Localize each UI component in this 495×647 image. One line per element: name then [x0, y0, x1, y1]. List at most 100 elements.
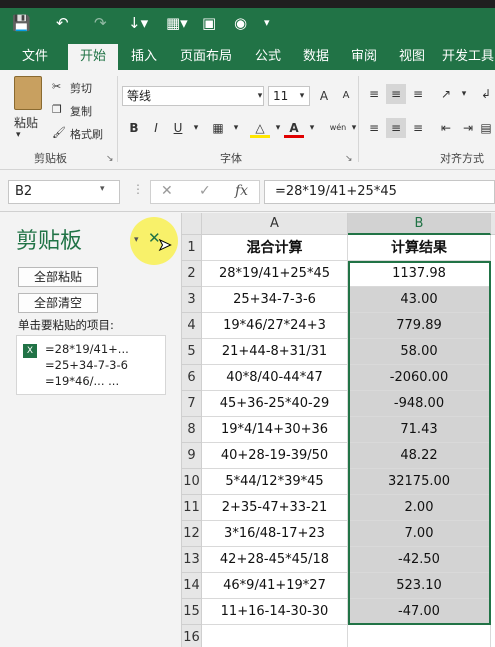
tab-formulas[interactable]: 公式: [246, 44, 290, 70]
cell-b[interactable]: -948.00: [348, 391, 491, 417]
enter-icon[interactable]: ✓: [199, 183, 211, 199]
cell-b[interactable]: 58.00: [348, 339, 491, 365]
paste-button[interactable]: 粘贴: [14, 114, 38, 131]
orientation-dropdown-icon[interactable]: ▾: [454, 84, 474, 104]
row-header[interactable]: 1: [182, 235, 202, 261]
align-right-icon[interactable]: ≡: [408, 118, 428, 138]
cell-a[interactable]: 11+16-14-30-30: [202, 599, 348, 625]
row-header[interactable]: 3: [182, 287, 202, 313]
redo-icon[interactable]: ↷: [94, 13, 107, 33]
underline-dropdown-icon[interactable]: ▾: [186, 118, 206, 138]
border-icon[interactable]: ▦: [208, 118, 228, 138]
filter-icon[interactable]: ▦▾: [166, 13, 188, 33]
tab-data[interactable]: 数据: [294, 44, 338, 70]
tab-file[interactable]: 文件: [10, 44, 60, 70]
worksheet-grid[interactable]: A B 1 混合计算 计算结果 2 28*19/41+25*45 1137.98 3 25+3…: [182, 213, 495, 647]
cell-a[interactable]: 40+28-19-39/50: [202, 443, 348, 469]
shrink-font-button[interactable]: A: [336, 86, 356, 106]
copy-icon[interactable]: ❐: [52, 103, 62, 116]
pane-options-icon[interactable]: ▾: [134, 235, 139, 245]
font-color-dropdown-icon[interactable]: ▾: [302, 118, 322, 138]
row-header[interactable]: 16: [182, 625, 202, 647]
cell-b[interactable]: 计算结果: [348, 235, 491, 261]
row-header[interactable]: 13: [182, 547, 202, 573]
name-box-dropdown-icon[interactable]: ▾: [100, 184, 105, 194]
cell-a[interactable]: 46*9/41+19*27: [202, 573, 348, 599]
cell-b[interactable]: 779.89: [348, 313, 491, 339]
row-header[interactable]: 12: [182, 521, 202, 547]
font-name-select[interactable]: 等线: [122, 86, 264, 106]
cell-a[interactable]: 5*44/12*39*45: [202, 469, 348, 495]
row-header[interactable]: 2: [182, 261, 202, 287]
row-header[interactable]: 15: [182, 599, 202, 625]
align-left-icon[interactable]: ≡: [364, 118, 384, 138]
underline-button[interactable]: U: [168, 118, 188, 138]
cell-b[interactable]: 7.00: [348, 521, 491, 547]
paste-all-button[interactable]: 全部粘贴: [18, 267, 98, 287]
cell-b[interactable]: -42.50: [348, 547, 491, 573]
save-icon[interactable]: 💾: [12, 13, 31, 33]
phonetic-dropdown-icon[interactable]: ▾: [344, 118, 364, 138]
align-middle-icon[interactable]: ≡: [386, 84, 406, 104]
column-header-c[interactable]: [491, 213, 495, 235]
row-header[interactable]: 14: [182, 573, 202, 599]
clipboard-launcher-icon[interactable]: ↘: [106, 154, 114, 164]
font-color-button[interactable]: A: [284, 118, 304, 138]
paste-icon[interactable]: [14, 76, 42, 110]
border-dropdown-icon[interactable]: ▾: [226, 118, 246, 138]
font-launcher-icon[interactable]: ↘: [345, 154, 353, 164]
decrease-indent-icon[interactable]: ⇤: [436, 118, 456, 138]
cell-a[interactable]: 2+35-47+33-21: [202, 495, 348, 521]
cell-a[interactable]: 45+36-25*40-29: [202, 391, 348, 417]
orientation-icon[interactable]: ↗: [436, 84, 456, 104]
bold-button[interactable]: B: [124, 118, 144, 138]
cell-a[interactable]: 28*19/41+25*45: [202, 261, 348, 287]
row-header[interactable]: 7: [182, 391, 202, 417]
cell-b[interactable]: 523.10: [348, 573, 491, 599]
wrap-text-icon[interactable]: ↲: [476, 84, 495, 104]
sort-icon[interactable]: ↓▾: [128, 13, 148, 33]
clear-all-button[interactable]: 全部清空: [18, 293, 98, 313]
tab-view[interactable]: 视图: [390, 44, 434, 70]
align-bottom-icon[interactable]: ≡: [408, 84, 428, 104]
table-icon[interactable]: ▣: [202, 13, 216, 33]
tab-review[interactable]: 审阅: [342, 44, 386, 70]
cell-b[interactable]: 71.43: [348, 417, 491, 443]
cell-a[interactable]: 42+28-45*45/18: [202, 547, 348, 573]
row-header[interactable]: 6: [182, 365, 202, 391]
align-center-icon[interactable]: ≡: [386, 118, 406, 138]
cell-a[interactable]: 19*46/27*24+3: [202, 313, 348, 339]
cell-a[interactable]: 21+44-8+31/31: [202, 339, 348, 365]
row-header[interactable]: 11: [182, 495, 202, 521]
row-header[interactable]: 5: [182, 339, 202, 365]
cell-b[interactable]: 32175.00: [348, 469, 491, 495]
cell-b[interactable]: 1137.98: [348, 261, 491, 287]
grow-font-button[interactable]: A: [314, 86, 334, 106]
format-painter-button[interactable]: 格式刷: [70, 126, 103, 142]
tab-developer[interactable]: 开发工具: [438, 44, 495, 70]
cut-button[interactable]: 剪切: [70, 80, 92, 96]
row-header[interactable]: 4: [182, 313, 202, 339]
camera-icon[interactable]: ◉: [234, 13, 247, 33]
cancel-icon[interactable]: ✕: [161, 183, 173, 199]
formula-input[interactable]: =28*19/41+25*45: [264, 180, 495, 204]
cell-a[interactable]: 3*16/48-17+23: [202, 521, 348, 547]
font-name-dropdown-icon[interactable]: ▾: [250, 86, 270, 106]
insert-function-button[interactable]: fx: [235, 183, 248, 199]
tab-page-layout[interactable]: 页面布局: [170, 44, 242, 70]
cell-a[interactable]: 40*8/40-44*47: [202, 365, 348, 391]
clipboard-item[interactable]: X =28*19/41+... =25+34-7-3-6 =19*46/... …: [16, 335, 166, 395]
row-header[interactable]: 9: [182, 443, 202, 469]
cell-b[interactable]: 43.00: [348, 287, 491, 313]
cell-a[interactable]: 25+34-7-3-6: [202, 287, 348, 313]
cut-icon[interactable]: ✂: [52, 80, 61, 93]
cell-b[interactable]: -2060.00: [348, 365, 491, 391]
font-size-dropdown-icon[interactable]: ▾: [292, 86, 312, 106]
row-header[interactable]: 10: [182, 469, 202, 495]
merge-center-icon[interactable]: ▤: [476, 118, 495, 138]
row-header[interactable]: 8: [182, 417, 202, 443]
cell-a[interactable]: 混合计算: [202, 235, 348, 261]
fill-color-icon[interactable]: △: [250, 118, 270, 138]
column-header-a[interactable]: A: [202, 213, 348, 235]
paste-dropdown-icon[interactable]: ▾: [16, 130, 21, 140]
